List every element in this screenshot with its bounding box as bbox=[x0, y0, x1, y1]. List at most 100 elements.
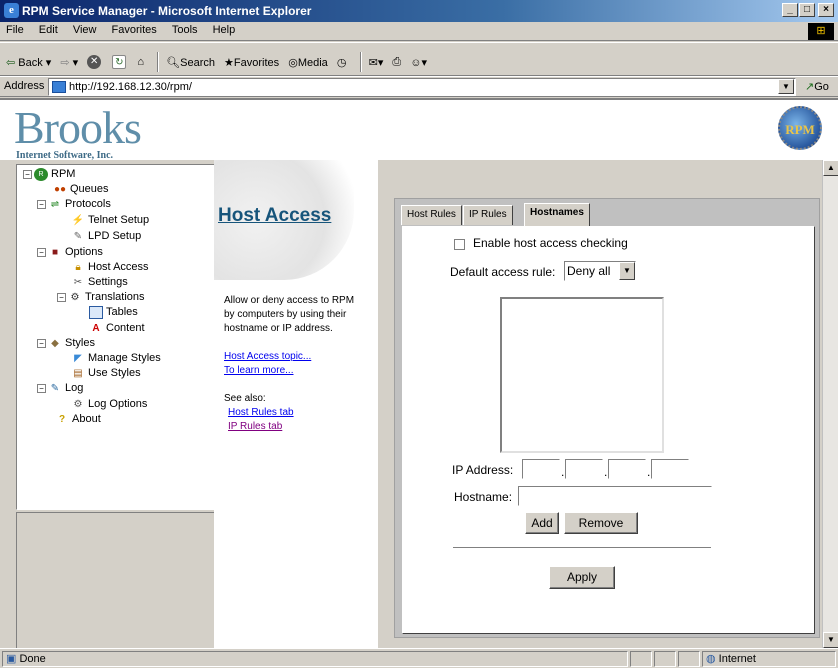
stop-icon: ✕ bbox=[87, 55, 102, 69]
media-icon: ◎ bbox=[288, 56, 298, 69]
search-icon: 🔍︎ bbox=[166, 56, 181, 69]
maximize-button[interactable]: □ bbox=[799, 3, 815, 17]
ip-rules-tab-link[interactable]: IP Rules tab bbox=[228, 420, 364, 434]
remove-button[interactable]: Remove bbox=[564, 512, 638, 534]
page-icon bbox=[52, 81, 66, 93]
internet-zone-icon: ◍ bbox=[706, 653, 716, 665]
tree-item-rpm[interactable]: − R RPM bbox=[23, 167, 75, 182]
minimize-button[interactable]: _ bbox=[782, 3, 798, 17]
back-arrow-icon: ⇦ bbox=[6, 56, 16, 69]
stop-button[interactable]: ✕ bbox=[87, 55, 103, 69]
tree-item-about[interactable]: ? About bbox=[55, 412, 101, 427]
tree-item-host-access[interactable]: 🔒︎ Host Access bbox=[71, 260, 148, 275]
help-text-block: Allow or deny access to RPM by computers… bbox=[224, 294, 364, 434]
telnet-plug-icon: ⚡ bbox=[71, 214, 85, 226]
hostname-label: Hostname: bbox=[454, 490, 513, 504]
collapse-toggle-icon[interactable]: − bbox=[57, 292, 66, 302]
messenger-icon: ☺ bbox=[410, 56, 422, 69]
history-button[interactable]: ◷ bbox=[337, 56, 347, 69]
tree-item-use-styles[interactable]: ▤ Use Styles bbox=[71, 366, 140, 381]
styles-cube-icon: ◆ bbox=[51, 337, 59, 349]
tree-item-tables[interactable]: Tables bbox=[89, 305, 138, 320]
default-rule-select[interactable]: Deny all ▼ bbox=[564, 261, 636, 281]
host-rules-tab-link[interactable]: Host Rules tab bbox=[228, 406, 364, 420]
tree-item-manage-styles[interactable]: ◤ Manage Styles bbox=[71, 351, 161, 366]
collapse-toggle-icon[interactable]: − bbox=[37, 383, 46, 393]
dropdown-arrow-icon: ▼ bbox=[619, 262, 635, 280]
brooks-logo[interactable]: Brooks Internet Software, Inc. bbox=[14, 105, 142, 162]
scroll-down-arrow-icon[interactable]: ▼ bbox=[823, 632, 838, 648]
address-input[interactable]: http://192.168.12.30/rpm/ bbox=[48, 78, 796, 96]
learn-more-link[interactable]: To learn more... bbox=[224, 364, 364, 378]
menu-file[interactable]: File bbox=[0, 22, 30, 38]
hostnames-listbox[interactable] bbox=[500, 297, 664, 453]
tree-item-log-options[interactable]: ⚙ Log Options bbox=[71, 397, 148, 412]
media-button[interactable]: ◎Media bbox=[288, 56, 328, 69]
security-zone-cell: ◍ Internet bbox=[702, 651, 836, 667]
status-text-cell: ▣ Done bbox=[2, 651, 628, 667]
tab-ip-rules[interactable]: IP Rules bbox=[463, 205, 513, 225]
tab-hostnames[interactable]: Hostnames bbox=[524, 203, 590, 226]
collapse-toggle-icon[interactable]: − bbox=[37, 199, 46, 209]
menu-edit[interactable]: Edit bbox=[33, 22, 64, 38]
tree-item-log[interactable]: − ✎ Log bbox=[37, 381, 83, 396]
tab-host-rules[interactable]: Host Rules bbox=[401, 205, 462, 225]
ip-octet-1-input[interactable] bbox=[522, 459, 560, 479]
tree-item-translations[interactable]: − ⚙ Translations bbox=[57, 290, 145, 305]
help-title: Host Access bbox=[218, 205, 332, 226]
tree-item-options[interactable]: − ■ Options bbox=[37, 245, 103, 260]
use-styles-icon: ▤ bbox=[73, 367, 83, 379]
tree-item-content[interactable]: A Content bbox=[89, 321, 144, 336]
ip-octet-4-input[interactable] bbox=[651, 459, 689, 479]
collapse-toggle-icon[interactable]: − bbox=[37, 247, 46, 257]
history-icon: ◷ bbox=[336, 56, 347, 69]
tree-item-settings[interactable]: ✂ Settings bbox=[71, 275, 128, 290]
refresh-button[interactable]: ↻ bbox=[112, 55, 128, 69]
menu-bar: File Edit View Favorites Tools Help ⊞ bbox=[0, 22, 838, 41]
favorites-button[interactable]: ★Favorites bbox=[224, 56, 279, 69]
enable-host-access-label: Enable host access checking bbox=[473, 236, 628, 250]
back-button[interactable]: ⇦ Back ▾ bbox=[6, 56, 51, 69]
menu-help[interactable]: Help bbox=[207, 22, 242, 38]
forward-button[interactable]: ⇨ ▾ bbox=[60, 56, 78, 69]
ip-octet-2-input[interactable] bbox=[565, 459, 603, 479]
address-dropdown-button[interactable]: ▼ bbox=[778, 79, 794, 94]
lock-icon: 🔒︎ bbox=[75, 261, 81, 273]
rpm-seal-logo: RPM bbox=[778, 106, 822, 150]
queues-icon: ●● bbox=[53, 183, 67, 195]
tree-item-protocols[interactable]: − ⇌ Protocols bbox=[37, 197, 111, 212]
menu-favorites[interactable]: Favorites bbox=[106, 22, 163, 38]
address-bar: Address http://192.168.12.30/rpm/ ▼ ↗Go bbox=[0, 76, 838, 97]
enable-host-access-checkbox[interactable] bbox=[454, 239, 465, 250]
search-button[interactable]: 🔍︎Search bbox=[166, 56, 215, 69]
go-button[interactable]: ↗Go bbox=[805, 80, 829, 93]
messenger-button[interactable]: ☺▾ bbox=[410, 56, 427, 69]
tree-item-lpd-setup[interactable]: ✎ LPD Setup bbox=[71, 229, 141, 244]
collapse-toggle-icon[interactable]: − bbox=[23, 169, 32, 179]
ip-octet-3-input[interactable] bbox=[608, 459, 646, 479]
table-icon bbox=[89, 305, 103, 319]
mail-button[interactable]: ✉▾ bbox=[369, 56, 384, 69]
host-access-topic-link[interactable]: Host Access topic... bbox=[224, 350, 364, 364]
close-button[interactable]: × bbox=[818, 3, 834, 17]
menu-view[interactable]: View bbox=[67, 22, 103, 38]
home-button[interactable]: ⌂ bbox=[137, 56, 144, 68]
menu-tools[interactable]: Tools bbox=[166, 22, 204, 38]
print-button[interactable]: ⎙ bbox=[392, 56, 401, 69]
status-cell bbox=[630, 651, 652, 667]
forward-arrow-icon: ⇨ bbox=[60, 56, 70, 69]
translations-icon: ⚙ bbox=[70, 291, 80, 303]
tree-item-telnet-setup[interactable]: ⚡ Telnet Setup bbox=[71, 213, 149, 228]
scroll-up-arrow-icon[interactable]: ▲ bbox=[823, 160, 838, 176]
hostname-input[interactable] bbox=[518, 486, 712, 506]
toolbar: ⇦ Back ▾ ⇨ ▾ ✕ ↻ ⌂ 🔍︎Search ★Favorites ◎… bbox=[0, 42, 838, 76]
add-button[interactable]: Add bbox=[525, 512, 559, 534]
collapse-toggle-icon[interactable]: − bbox=[37, 338, 46, 348]
log-options-icon: ⚙ bbox=[73, 398, 83, 410]
apply-button[interactable]: Apply bbox=[549, 566, 615, 589]
see-also-label: See also: bbox=[224, 393, 266, 404]
vertical-scrollbar[interactable]: ▲ ▼ bbox=[822, 160, 838, 648]
tree-item-styles[interactable]: − ◆ Styles bbox=[37, 336, 95, 351]
ip-dot: . bbox=[604, 465, 608, 479]
tree-item-queues[interactable]: ●● Queues bbox=[53, 182, 109, 197]
